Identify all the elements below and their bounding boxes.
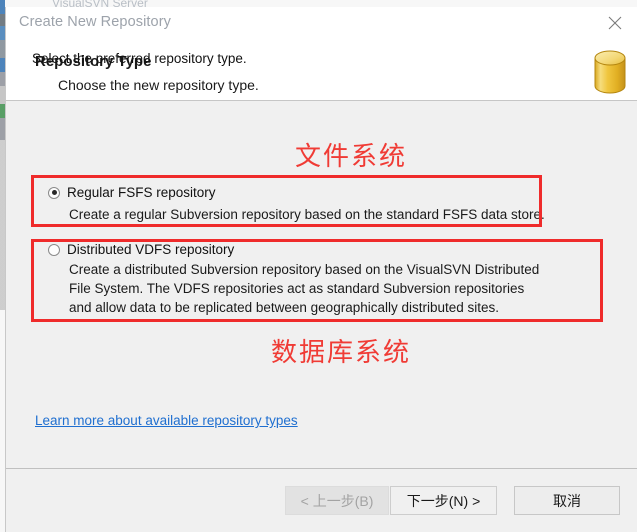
close-button[interactable] <box>592 7 637 40</box>
next-button[interactable]: 下一步(N) > <box>390 486 497 515</box>
radio-description-regular-fsfs: Create a regular Subversion repository b… <box>69 207 545 222</box>
annotation-text-database: 数据库系统 <box>271 338 412 367</box>
header-subtitle: Choose the new repository type. <box>58 77 259 93</box>
close-icon <box>608 16 622 30</box>
radio-indicator-distributed-vdfs[interactable] <box>48 243 60 256</box>
radio-label-distributed-vdfs: Distributed VDFS repository <box>67 242 235 257</box>
dialog-header: Repository Type Choose the new repositor… <box>6 40 637 100</box>
radio-option-distributed-vdfs[interactable]: Distributed VDFS repository <box>48 242 234 257</box>
radio-label-regular-fsfs: Regular FSFS repository <box>67 185 216 200</box>
learn-more-link[interactable]: Learn more about available repository ty… <box>35 413 298 428</box>
dialog-titlebar: Create New Repository <box>6 7 637 40</box>
annotation-text-filesystem: 文件系统 <box>295 142 408 171</box>
create-new-repository-dialog: Create New Repository Repository Type Ch… <box>5 7 637 532</box>
dialog-footer: < 上一步(B) 下一步(N) > 取消 <box>6 469 637 532</box>
database-cylinder-icon <box>594 50 626 94</box>
radio-indicator-regular-fsfs[interactable] <box>48 186 60 199</box>
back-button[interactable]: < 上一步(B) <box>285 486 389 515</box>
cancel-button[interactable]: 取消 <box>514 486 620 515</box>
select-repository-type-label: Select the preferred repository type. <box>32 51 247 66</box>
dialog-title: Create New Repository <box>19 14 171 30</box>
radio-description-distributed-vdfs: Create a distributed Subversion reposito… <box>69 262 540 315</box>
radio-option-regular-fsfs[interactable]: Regular FSFS repository <box>48 185 216 200</box>
